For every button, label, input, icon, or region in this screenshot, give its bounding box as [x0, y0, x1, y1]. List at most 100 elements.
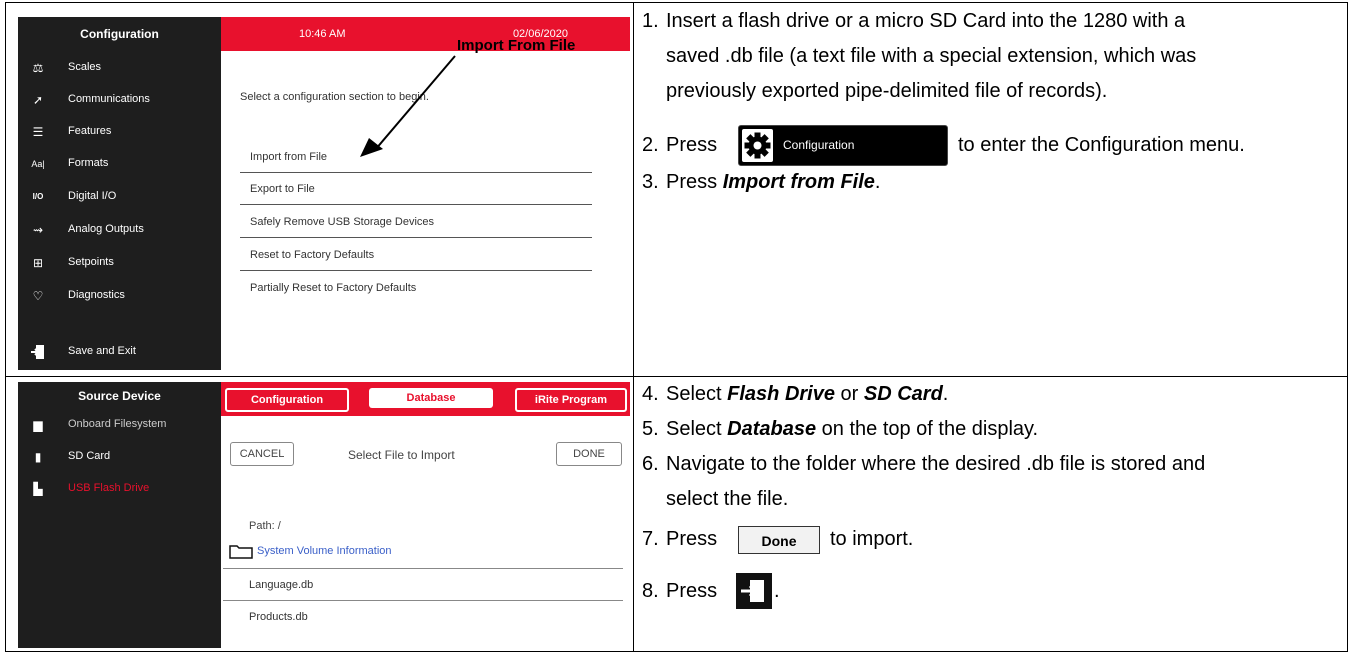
row-divider [5, 376, 1348, 377]
callout-arrow-icon [360, 55, 456, 157]
step-4-pre: Select [666, 383, 728, 405]
sidebar-item-label: Setpoints [68, 256, 114, 268]
step-number: 5. [642, 418, 659, 440]
cancel-button[interactable]: CANCEL [230, 442, 294, 466]
sd-card-icon: ▮ [34, 450, 42, 464]
export-to-file-item[interactable]: Export to File [250, 183, 580, 195]
folder-name: System Volume Information [257, 545, 392, 557]
step-number: 6. [642, 453, 659, 475]
step-6-line-2: select the file. [666, 488, 789, 510]
diagnostics-icon: ♡ [32, 289, 44, 303]
scales-icon: ⚖ [32, 61, 44, 75]
done-button-illustration: Done [738, 526, 820, 554]
period: . [774, 580, 780, 602]
communications-icon: ➚ [32, 93, 44, 107]
clock-time: 10:46 AM [299, 28, 346, 40]
config-sidebar: Configuration ⚖ Scales ➚ Communications … [18, 17, 221, 370]
usb-drive-icon: ▙ [33, 482, 43, 496]
analog-outputs-icon: ⇝ [32, 223, 44, 237]
features-icon: ☰ [32, 125, 44, 139]
source-item-sd-card[interactable]: ▮ SD Card [18, 442, 221, 472]
step-number: 2. [642, 134, 659, 156]
digital-io-icon: I/O [32, 192, 44, 201]
sidebar-item-scales[interactable]: ⚖ Scales [18, 53, 221, 83]
column-divider [633, 2, 634, 652]
step-1-line-3: previously exported pipe-delimited file … [666, 80, 1108, 102]
sidebar-item-features[interactable]: ☰ Features [18, 117, 221, 147]
step-5-text: Select Database on the top of the displa… [666, 416, 1038, 443]
step-number: 7. [642, 528, 659, 550]
period: . [942, 383, 949, 405]
step-1-line-1: Insert a flash drive or a micro SD Card … [666, 10, 1186, 32]
sidebar-item-diagnostics[interactable]: ♡ Diagnostics [18, 281, 221, 311]
step-number: 1. [642, 10, 659, 32]
step-7-press: Press [666, 528, 718, 550]
source-label: USB Flash Drive [68, 482, 150, 494]
folder-row[interactable]: System Volume Information [229, 543, 609, 561]
sidebar-item-label: Features [68, 125, 112, 137]
import-screen: Source Device ▆ Onboard Filesystem ▮ SD … [18, 382, 630, 648]
sidebar-item-label: Scales [68, 61, 102, 73]
sidebar-title: Configuration [80, 27, 159, 41]
divider [240, 270, 592, 271]
exit-icon [30, 344, 46, 360]
gear-icon [744, 132, 771, 159]
step-5-pre: Select [666, 418, 728, 440]
exit-icon [741, 580, 764, 602]
step-3-press: Press [666, 171, 723, 193]
sidebar-item-setpoints[interactable]: ⊞ Setpoints [18, 248, 221, 278]
partial-reset-item[interactable]: Partially Reset to Factory Defaults [250, 282, 580, 294]
reset-factory-defaults-item[interactable]: Reset to Factory Defaults [250, 249, 580, 261]
divider [240, 172, 592, 173]
safely-remove-usb-item[interactable]: Safely Remove USB Storage Devices [250, 216, 580, 228]
configuration-button-illustration: Configuration [738, 125, 948, 166]
tab-bar: Configuration Database iRite Program [221, 382, 630, 416]
tab-configuration[interactable]: Configuration [225, 388, 349, 412]
step-5-end: on the top of the display. [816, 418, 1039, 440]
config-screen: Configuration ⚖ Scales ➚ Communications … [18, 17, 630, 370]
done-button[interactable]: DONE [556, 442, 622, 466]
step-4-option-b: SD Card [863, 383, 943, 405]
step-2-press: Press [666, 134, 718, 156]
tab-irite-program[interactable]: iRite Program [515, 388, 627, 412]
configuration-button-label: Configuration [783, 138, 855, 152]
dialog-heading: Select File to Import [348, 448, 455, 462]
step-4-mid: or [834, 383, 864, 405]
file-item-language[interactable]: Language.db [249, 579, 313, 591]
divider [240, 204, 592, 205]
sidebar-item-label: Communications [68, 93, 150, 105]
gear-icon-box [742, 129, 773, 162]
file-item-products[interactable]: Products.db [249, 611, 308, 623]
step-number: 3. [642, 171, 659, 193]
step-6-line-1: Navigate to the folder where the desired… [666, 453, 1206, 475]
step-8-press: Press [666, 580, 718, 602]
setpoints-icon: ⊞ [32, 256, 44, 270]
step-5-target: Database [727, 418, 817, 440]
sidebar-item-label: Formats [68, 157, 109, 169]
step-number: 4. [642, 383, 659, 405]
step-2-text: to enter the Configuration menu. [958, 134, 1245, 156]
step-4-option-a: Flash Drive [727, 383, 835, 405]
step-4-text: Select Flash Drive or SD Card. [666, 381, 948, 408]
sidebar-item-label: Analog Outputs [68, 223, 144, 235]
import-callout-label: Import From File [457, 37, 576, 54]
divider [240, 237, 592, 238]
source-sidebar: Source Device ▆ Onboard Filesystem ▮ SD … [18, 382, 221, 648]
sidebar-item-communications[interactable]: ➚ Communications [18, 85, 221, 115]
step-number: 8. [642, 580, 659, 602]
source-item-onboard[interactable]: ▆ Onboard Filesystem [18, 410, 221, 440]
formats-icon: Aa| [31, 159, 45, 169]
sidebar-item-label: Diagnostics [68, 289, 125, 301]
source-item-usb-drive[interactable]: ▙ USB Flash Drive [18, 474, 221, 504]
sidebar-item-digital-io[interactable]: I/O Digital I/O [18, 182, 221, 212]
exit-button-illustration [736, 573, 772, 609]
sidebar-item-label: Digital I/O [68, 190, 117, 202]
step-3-text: Press Import from File. [666, 169, 880, 196]
tab-database[interactable]: Database [369, 388, 493, 408]
sidebar-item-formats[interactable]: Aa| Formats [18, 149, 221, 179]
source-label: Onboard Filesystem [68, 418, 167, 430]
step-3-target: Import from File [722, 171, 875, 193]
source-label: SD Card [68, 450, 111, 462]
save-and-exit-button[interactable]: Save and Exit [18, 337, 221, 367]
sidebar-item-analog-outputs[interactable]: ⇝ Analog Outputs [18, 215, 221, 245]
